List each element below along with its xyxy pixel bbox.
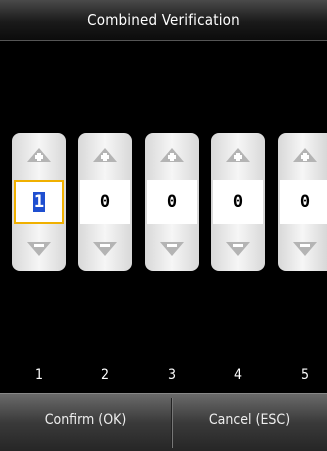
increment-arrow-icon[interactable]: [278, 133, 327, 177]
digit-spinner-4[interactable]: 0: [211, 133, 265, 271]
digit-index-4: 4: [233, 367, 242, 383]
decrement-arrow-icon[interactable]: [12, 227, 66, 271]
digit-spinner-3[interactable]: 0: [145, 133, 199, 271]
digit-field-5[interactable]: 0: [280, 180, 327, 224]
decrement-arrow-icon[interactable]: [78, 227, 132, 271]
decrement-arrow-icon[interactable]: [278, 227, 327, 271]
decrement-arrow-icon[interactable]: [145, 227, 199, 271]
digit-spinner-2[interactable]: 0: [78, 133, 132, 271]
digit-index-3: 3: [167, 367, 176, 383]
digit-index-2: 2: [100, 367, 109, 383]
page-title: Combined Verification: [0, 0, 327, 41]
digit-spinner-5[interactable]: 0: [278, 133, 327, 271]
digit-spinner-1[interactable]: 1: [12, 133, 66, 271]
increment-arrow-icon[interactable]: [78, 133, 132, 177]
confirm-button[interactable]: Confirm (OK): [0, 394, 171, 451]
digit-index-1: 1: [34, 367, 43, 383]
digit-field-2[interactable]: 0: [80, 180, 130, 224]
button-bar: Confirm (OK) Cancel (ESC): [0, 393, 327, 451]
digit-field-4[interactable]: 0: [213, 180, 263, 224]
digit-picker-area: 1 0 0 0 0 1 2 3 4 5: [0, 41, 327, 391]
cancel-button[interactable]: Cancel (ESC): [172, 394, 327, 451]
digit-field-3[interactable]: 0: [147, 180, 197, 224]
digit-field-1[interactable]: 1: [14, 180, 64, 224]
increment-arrow-icon[interactable]: [12, 133, 66, 177]
increment-arrow-icon[interactable]: [145, 133, 199, 177]
digit-index-5: 5: [300, 367, 309, 383]
increment-arrow-icon[interactable]: [211, 133, 265, 177]
decrement-arrow-icon[interactable]: [211, 227, 265, 271]
